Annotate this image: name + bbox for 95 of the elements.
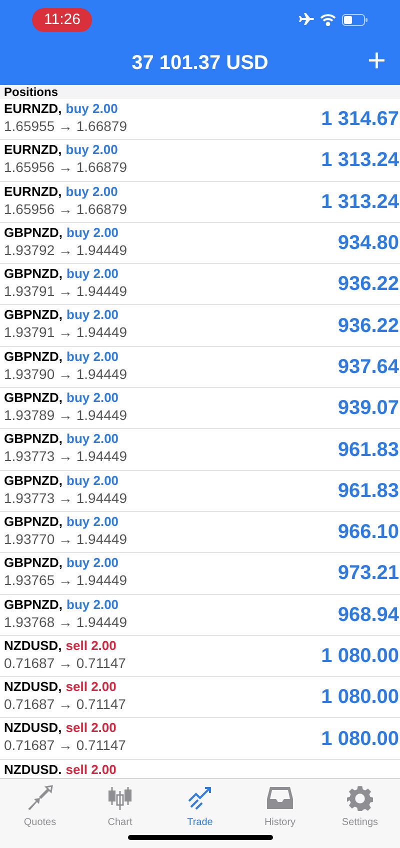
wifi-icon xyxy=(320,14,336,26)
position-row[interactable]: NZDUSD, sell 2.00 0.71687 → 0.71147 1 080.00 xyxy=(0,718,400,760)
profit-value: 966.10 xyxy=(338,520,400,546)
profit-value: 939.07 xyxy=(338,396,400,422)
section-title: Positions xyxy=(4,86,58,98)
action-label: buy 2.00 xyxy=(66,101,118,117)
add-button[interactable]: + xyxy=(367,44,386,76)
airplane-icon xyxy=(298,13,314,27)
symbol-label: NZDUSD. xyxy=(4,762,62,778)
profit-value: 1 314.67 xyxy=(321,107,400,132)
action-label: buy 2.00 xyxy=(66,472,119,489)
symbol-label: EURNZD, xyxy=(4,101,62,117)
symbol-label: GBPNZD, xyxy=(4,390,62,406)
balance-title: 37 101.37 USD xyxy=(132,50,268,76)
profit-value: 1 080.00 xyxy=(321,685,400,710)
symbol-label: GBPNZD, xyxy=(4,224,62,241)
symbol-label: GBPNZD, xyxy=(4,307,62,324)
action-label: buy 2.00 xyxy=(66,224,119,241)
position-row[interactable]: GBPNZD, buy 2.00 1.93792 → 1.94449 934.80 xyxy=(0,222,400,264)
profit-value: 973.21 xyxy=(338,561,400,586)
price-label: 1.93790 → 1.94449 xyxy=(4,364,127,383)
position-row[interactable]: GBPNZD, buy 2.00 1.93770 → 1.94449 966.10 xyxy=(0,512,400,554)
symbol-label: GBPNZD, xyxy=(4,596,62,613)
arrows-icon xyxy=(26,785,54,811)
price-label: 1.93765 → 1.94449 xyxy=(4,571,127,590)
trend-icon xyxy=(186,785,214,811)
action-label: buy 2.00 xyxy=(66,266,119,282)
symbol-label: NZDUSD, xyxy=(4,720,62,736)
price-label: 1.93792 → 1.94449 xyxy=(4,240,127,259)
symbol-label: EURNZD, xyxy=(4,142,62,158)
profit-value: 961.83 xyxy=(338,478,400,504)
action-label: buy 2.00 xyxy=(66,431,119,448)
action-label: sell 2.00 xyxy=(66,679,116,696)
position-row[interactable]: GBPNZD, buy 2.00 1.93773 → 1.94449 961.83 xyxy=(0,429,400,471)
position-row[interactable]: GBPNZD, buy 2.00 1.93773 → 1.94449 961.83 xyxy=(0,470,400,512)
symbol-label: GBPNZD, xyxy=(4,266,62,282)
position-row[interactable]: GBPNZD, buy 2.00 1.93768 → 1.94449 968.94 xyxy=(0,594,400,636)
action-label: buy 2.00 xyxy=(66,184,118,200)
profit-value: 1 080.00 xyxy=(321,644,400,669)
price-label: 0.71687 → 0.71147 xyxy=(4,736,126,754)
time-pill: 11:26 xyxy=(32,8,92,32)
price-label: 0.71687 → 0.71147 xyxy=(4,654,126,672)
profit-value: 961.83 xyxy=(338,438,400,463)
action-label: buy 2.00 xyxy=(66,307,119,324)
symbol-label: EURNZD, xyxy=(4,184,62,200)
action-label: buy 2.00 xyxy=(66,390,119,406)
inbox-icon xyxy=(266,785,294,811)
symbol-label: GBPNZD, xyxy=(4,514,62,530)
position-row[interactable]: EURNZD, buy 2.00 1.65955 → 1.66879 1 314.67 xyxy=(0,99,400,140)
position-row[interactable]: NZDUSD, sell 2.00 0.71687 → 0.71147 1 080.00 xyxy=(0,636,400,678)
action-label: sell 2.00 xyxy=(66,638,116,654)
price-label: 1.93791 → 1.94449 xyxy=(4,323,127,342)
position-row[interactable]: EURNZD, buy 2.00 1.65956 → 1.66879 1 313.24 xyxy=(0,182,400,223)
position-row[interactable]: GBPNZD, buy 2.00 1.93791 → 1.94449 936.22 xyxy=(0,264,400,306)
profit-value: 1 313.24 xyxy=(321,148,400,174)
profit-value: 1 313.24 xyxy=(321,190,400,215)
price-label: 1.93773 → 1.94449 xyxy=(4,488,127,507)
symbol-label: GBPNZD, xyxy=(4,348,62,365)
position-row[interactable]: NZDUSD, sell 2.00 0.71687 → 0.71147 1 080.00 xyxy=(0,677,400,718)
action-label: buy 2.00 xyxy=(66,555,119,572)
price-label: 1.93789 → 1.94449 xyxy=(4,406,127,424)
position-row[interactable]: GBPNZD, buy 2.00 1.93790 → 1.94449 937.64 xyxy=(0,346,400,388)
action-label: buy 2.00 xyxy=(66,348,119,365)
candlestick-icon xyxy=(106,785,134,811)
profit-value: 1 080.00 xyxy=(321,726,400,752)
action-label: buy 2.00 xyxy=(66,514,119,530)
symbol-label: GBPNZD, xyxy=(4,431,62,448)
profit-value: 936.22 xyxy=(338,272,400,298)
price-label: 1.65956 → 1.66879 xyxy=(4,158,127,176)
action-label: sell 2.00 xyxy=(66,720,116,736)
symbol-label: GBPNZD, xyxy=(4,555,62,572)
symbol-label: NZDUSD, xyxy=(4,638,62,654)
profit-value: 968.94 xyxy=(338,602,400,628)
action-label: sell 2.00 xyxy=(66,762,116,778)
position-row[interactable]: GBPNZD, buy 2.00 1.93789 → 1.94449 939.07 xyxy=(0,388,400,430)
price-label: 1.93768 → 1.94449 xyxy=(4,612,127,631)
position-row[interactable]: EURNZD, buy 2.00 1.65956 → 1.66879 1 313.24 xyxy=(0,140,400,182)
price-label: 1.93773 → 1.94449 xyxy=(4,447,127,466)
battery-icon xyxy=(342,14,368,26)
profit-value: 934.80 xyxy=(338,231,400,256)
profit-value: 937.64 xyxy=(338,354,400,380)
position-row[interactable]: GBPNZD, buy 2.00 1.93765 → 1.94449 973.21 xyxy=(0,553,400,595)
symbol-label: GBPNZD, xyxy=(4,472,62,489)
action-label: buy 2.00 xyxy=(66,142,118,158)
price-label: 1.65956 → 1.66879 xyxy=(4,200,127,218)
tab[interactable]: Trade xyxy=(160,779,240,830)
price-label: 0.71687 → 0.71147 xyxy=(4,695,126,714)
price-label: 1.93791 → 1.94449 xyxy=(4,282,127,300)
position-row[interactable]: GBPNZD, buy 2.00 1.93791 → 1.94449 936.22 xyxy=(0,305,400,347)
profit-value: 936.22 xyxy=(338,314,400,339)
price-label: 1.65955 → 1.66879 xyxy=(4,117,127,135)
symbol-label: NZDUSD, xyxy=(4,679,62,696)
action-label: buy 2.00 xyxy=(66,596,119,613)
price-label: 1.93770 → 1.94449 xyxy=(4,530,127,548)
settings-icon xyxy=(346,785,374,811)
